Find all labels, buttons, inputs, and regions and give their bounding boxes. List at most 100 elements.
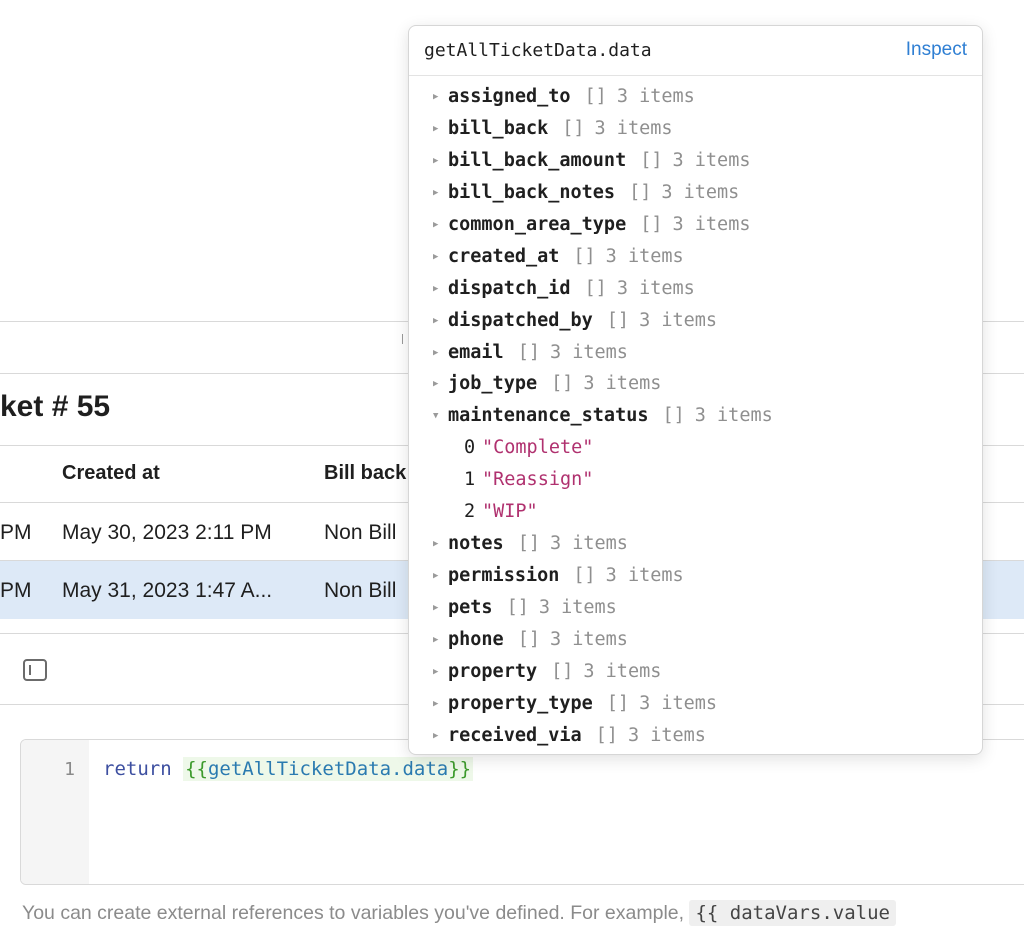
- array-bracket: []: [573, 565, 596, 587]
- tree-node-meta: [] 3 items: [585, 278, 695, 299]
- tree-node-key: dispatched_by [] 3 items: [448, 305, 717, 337]
- tree-node-email[interactable]: ▶ email [] 3 items: [409, 337, 982, 369]
- tree-node-pets[interactable]: ▶ pets [] 3 items: [409, 592, 982, 624]
- table-cell: May 30, 2023 2:11 PM: [62, 521, 272, 544]
- column-header-created-at[interactable]: Created at: [62, 462, 160, 485]
- tree-node-maintenance-status[interactable]: ▼ maintenance_status [] 3 items: [409, 400, 982, 432]
- caret-right-icon[interactable]: ▶: [433, 305, 438, 337]
- tree-leaf[interactable]: 1 "Reassign": [409, 464, 982, 496]
- line-number: 1: [64, 759, 75, 780]
- tree-node-common-area-type[interactable]: ▶ common_area_type [] 3 items: [409, 209, 982, 241]
- tree-node-key: notes [] 3 items: [448, 528, 628, 560]
- caret-right-icon[interactable]: ▶: [433, 81, 438, 113]
- table-cell: PM: [0, 521, 32, 544]
- tree-node-key-text: bill_back_notes: [448, 181, 616, 203]
- caret-right-icon[interactable]: ▶: [433, 528, 438, 560]
- tree-node-property-type[interactable]: ▶ property_type [] 3 items: [409, 688, 982, 720]
- array-bracket: []: [584, 277, 607, 299]
- tree-node-dispatch-id[interactable]: ▶ dispatch_id [] 3 items: [409, 273, 982, 305]
- item-count: 3 items: [616, 86, 695, 107]
- tree-node-meta: [] 3 items: [585, 86, 695, 107]
- caret-right-icon[interactable]: ▶: [433, 656, 438, 688]
- tree-leaf[interactable]: 0 "Complete": [409, 432, 982, 464]
- caret-right-icon[interactable]: ▶: [433, 145, 438, 177]
- array-bracket: []: [551, 660, 574, 682]
- tree-node-bill-back-amount[interactable]: ▶ bill_back_amount [] 3 items: [409, 145, 982, 177]
- item-count: 3 items: [672, 213, 751, 235]
- array-bracket: []: [606, 692, 630, 714]
- code-editor[interactable]: 1 return {{getAllTicketData.data}}: [20, 739, 1024, 885]
- popover-header: getAllTicketData.data Inspect: [409, 26, 982, 76]
- array-bracket: []: [506, 597, 529, 618]
- tree-node-meta: [] 3 items: [573, 565, 683, 586]
- caret-right-icon[interactable]: ▶: [433, 592, 438, 624]
- tree-node-permission[interactable]: ▶ permission [] 3 items: [409, 560, 982, 592]
- inspect-button[interactable]: Inspect: [906, 39, 967, 61]
- caret-right-icon[interactable]: ▶: [433, 720, 438, 752]
- tree-node-assigned-to[interactable]: ▶ assigned_to [] 3 items: [409, 81, 982, 113]
- item-count: 3 items: [538, 597, 617, 618]
- tree-node-meta: [] 3 items: [507, 597, 617, 618]
- tree-node-meta: [] 3 items: [629, 182, 739, 203]
- page-title: ket # 55: [0, 390, 111, 423]
- caret-right-icon[interactable]: ▶: [433, 113, 438, 145]
- tree-node-meta: [] 3 items: [607, 693, 717, 714]
- helper-code-example: {{ dataVars.value: [689, 900, 896, 926]
- item-count: 3 items: [639, 692, 718, 714]
- table-cell: PM: [0, 579, 32, 602]
- tree-leaf[interactable]: 2 "WIP": [409, 496, 982, 528]
- caret-right-icon[interactable]: ▶: [433, 241, 438, 273]
- caret-right-icon[interactable]: ▶: [433, 560, 438, 592]
- caret-right-icon[interactable]: ▶: [433, 273, 438, 305]
- array-bracket: []: [517, 341, 540, 363]
- array-bracket: []: [606, 309, 630, 331]
- tree-node-phone[interactable]: ▶ phone [] 3 items: [409, 624, 982, 656]
- tree-node-key: property [] 3 items: [448, 656, 661, 688]
- array-bracket: []: [595, 724, 618, 746]
- tree-node-received-via[interactable]: ▶ received_via [] 3 items: [409, 720, 982, 752]
- column-header-bill-back[interactable]: Bill back: [324, 462, 406, 485]
- editor-gutter: 1: [21, 740, 89, 884]
- item-count: 3 items: [661, 181, 740, 203]
- leaf-index: 1: [464, 469, 476, 491]
- sidebar-toggle-icon[interactable]: [23, 659, 47, 681]
- helper-text: You can create external references to va…: [22, 900, 896, 926]
- leaf-index: 2: [464, 501, 476, 523]
- template-reference: getAllTicketData.data: [207, 758, 449, 780]
- tree-node-key-text: dispatched_by: [448, 309, 593, 331]
- tree-node-key: maintenance_status [] 3 items: [448, 400, 773, 432]
- tree-node-created-at[interactable]: ▶ created_at [] 3 items: [409, 241, 982, 273]
- item-count: 3 items: [605, 565, 684, 587]
- tree-node-key: common_area_type [] 3 items: [448, 209, 750, 241]
- item-count: 3 items: [605, 245, 684, 267]
- tree-node-meta: [] 3 items: [551, 373, 661, 394]
- caret-down-icon[interactable]: ▼: [433, 400, 438, 432]
- tree-node-meta: [] 3 items: [596, 725, 706, 746]
- caret-right-icon[interactable]: ▶: [433, 368, 438, 400]
- tree-node-property[interactable]: ▶ property [] 3 items: [409, 656, 982, 688]
- caret-right-icon[interactable]: ▶: [433, 337, 438, 369]
- resize-handle[interactable]: [402, 334, 407, 344]
- tree-node-dispatched-by[interactable]: ▶ dispatched_by [] 3 items: [409, 305, 982, 337]
- tree-node-key: bill_back [] 3 items: [448, 113, 673, 145]
- caret-right-icon[interactable]: ▶: [433, 177, 438, 209]
- tree-node-key: bill_back_notes [] 3 items: [448, 177, 739, 209]
- code-line[interactable]: return {{getAllTicketData.data}}: [103, 757, 474, 781]
- item-count: 3 items: [616, 277, 695, 299]
- tree-node-key-text: property_type: [448, 692, 593, 714]
- tree-node-bill-back-notes[interactable]: ▶ bill_back_notes [] 3 items: [409, 177, 982, 209]
- tree-node-key-text: assigned_to: [448, 86, 571, 107]
- tree-node-bill-back[interactable]: ▶ bill_back [] 3 items: [409, 113, 982, 145]
- array-bracket: []: [662, 405, 685, 427]
- tree-node-key-text: pets: [448, 597, 493, 618]
- template-expression: {{getAllTicketData.data}}: [183, 757, 474, 781]
- tree-node-key-text: permission: [448, 565, 560, 587]
- array-bracket: []: [517, 628, 540, 650]
- tree-node-key: bill_back_amount [] 3 items: [448, 145, 750, 177]
- tree-node-job-type[interactable]: ▶ job_type [] 3 items: [409, 368, 982, 400]
- caret-right-icon[interactable]: ▶: [433, 209, 438, 241]
- leaf-string-value: "Complete": [482, 437, 594, 459]
- tree-node-notes[interactable]: ▶ notes [] 3 items: [409, 528, 982, 560]
- caret-right-icon[interactable]: ▶: [433, 688, 438, 720]
- caret-right-icon[interactable]: ▶: [433, 624, 438, 656]
